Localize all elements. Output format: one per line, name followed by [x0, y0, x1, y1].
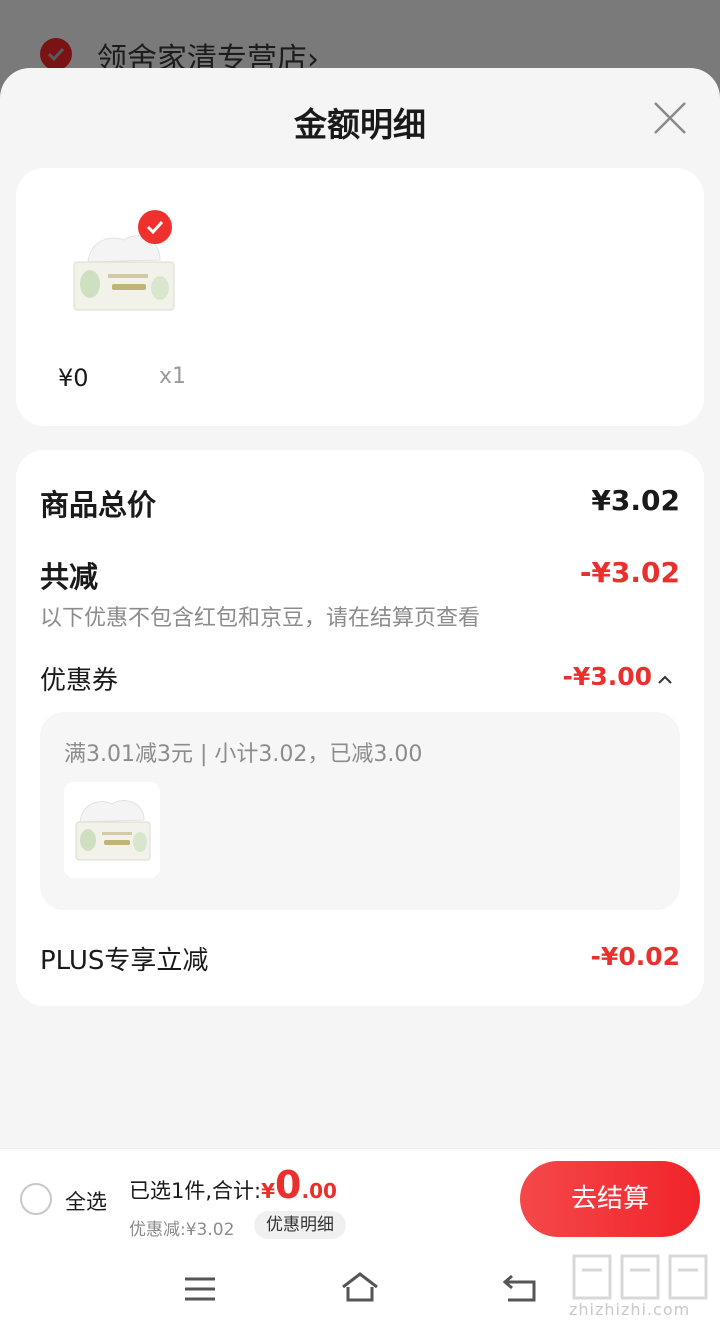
checkout-bar: 全选 已选1件,合计:¥0.00 优惠减:¥3.02 优惠明细 去结算: [0, 1148, 720, 1246]
amount-detail-sheet: 金额明细 ¥0 x1 商品总价 ¥3.02 共减 -¥3.02 以下优惠不包含红…: [0, 68, 720, 1332]
goods-price: ¥0: [58, 364, 89, 392]
total-price-label: 商品总价: [40, 488, 157, 522]
summary-line: 已选1件,合计:¥0.00: [129, 1163, 337, 1207]
price-detail-card: 商品总价 ¥3.02 共减 -¥3.02 以下优惠不包含红包和京豆，请在结算页查…: [16, 450, 704, 1006]
home-icon[interactable]: [340, 1270, 380, 1308]
back-icon[interactable]: [502, 1272, 538, 1308]
goods-selected-check-icon[interactable]: [138, 210, 172, 244]
shop-check-icon: [40, 38, 72, 70]
total-price-value: ¥3.02: [591, 484, 680, 517]
discount-text: 优惠减:¥3.02: [129, 1220, 235, 1240]
plus-discount-value: -¥0.02: [590, 942, 680, 971]
coupon-rule-text: 满3.01减3元 | 小计3.02，已减3.00: [64, 742, 423, 767]
total-reduce-value: -¥3.02: [579, 556, 680, 589]
select-all-label[interactable]: 全选: [65, 1186, 107, 1216]
discount-detail-button[interactable]: 优惠明细: [254, 1211, 346, 1239]
sum-decimal: .00: [301, 1179, 337, 1203]
checkout-button[interactable]: 去结算: [520, 1161, 700, 1237]
coupon-value[interactable]: -¥3.00: [563, 662, 652, 691]
sheet-title: 金额明细: [294, 105, 426, 144]
watermark-text: zhizhizhi.com: [569, 1300, 691, 1319]
sum-integer: 0: [275, 1163, 302, 1207]
total-reduce-label: 共减: [40, 560, 99, 594]
selected-count-text: 已选1件,合计:: [129, 1179, 262, 1203]
coupon-product-thumbnail[interactable]: [64, 782, 160, 878]
coupon-label[interactable]: 优惠券: [40, 660, 118, 697]
chevron-up-icon[interactable]: [658, 670, 672, 689]
select-all-radio[interactable]: [20, 1183, 52, 1215]
close-icon[interactable]: [652, 100, 688, 136]
menu-icon[interactable]: [184, 1276, 216, 1306]
goods-quantity: x1: [159, 364, 187, 389]
plus-discount-label: PLUS专享立减: [40, 946, 209, 976]
goods-card: ¥0 x1: [16, 168, 704, 426]
sum-currency: ¥: [261, 1179, 276, 1203]
coupon-detail-box: 满3.01减3元 | 小计3.02，已减3.00: [40, 712, 680, 910]
reduce-note: 以下优惠不包含红包和京豆，请在结算页查看: [40, 606, 481, 631]
